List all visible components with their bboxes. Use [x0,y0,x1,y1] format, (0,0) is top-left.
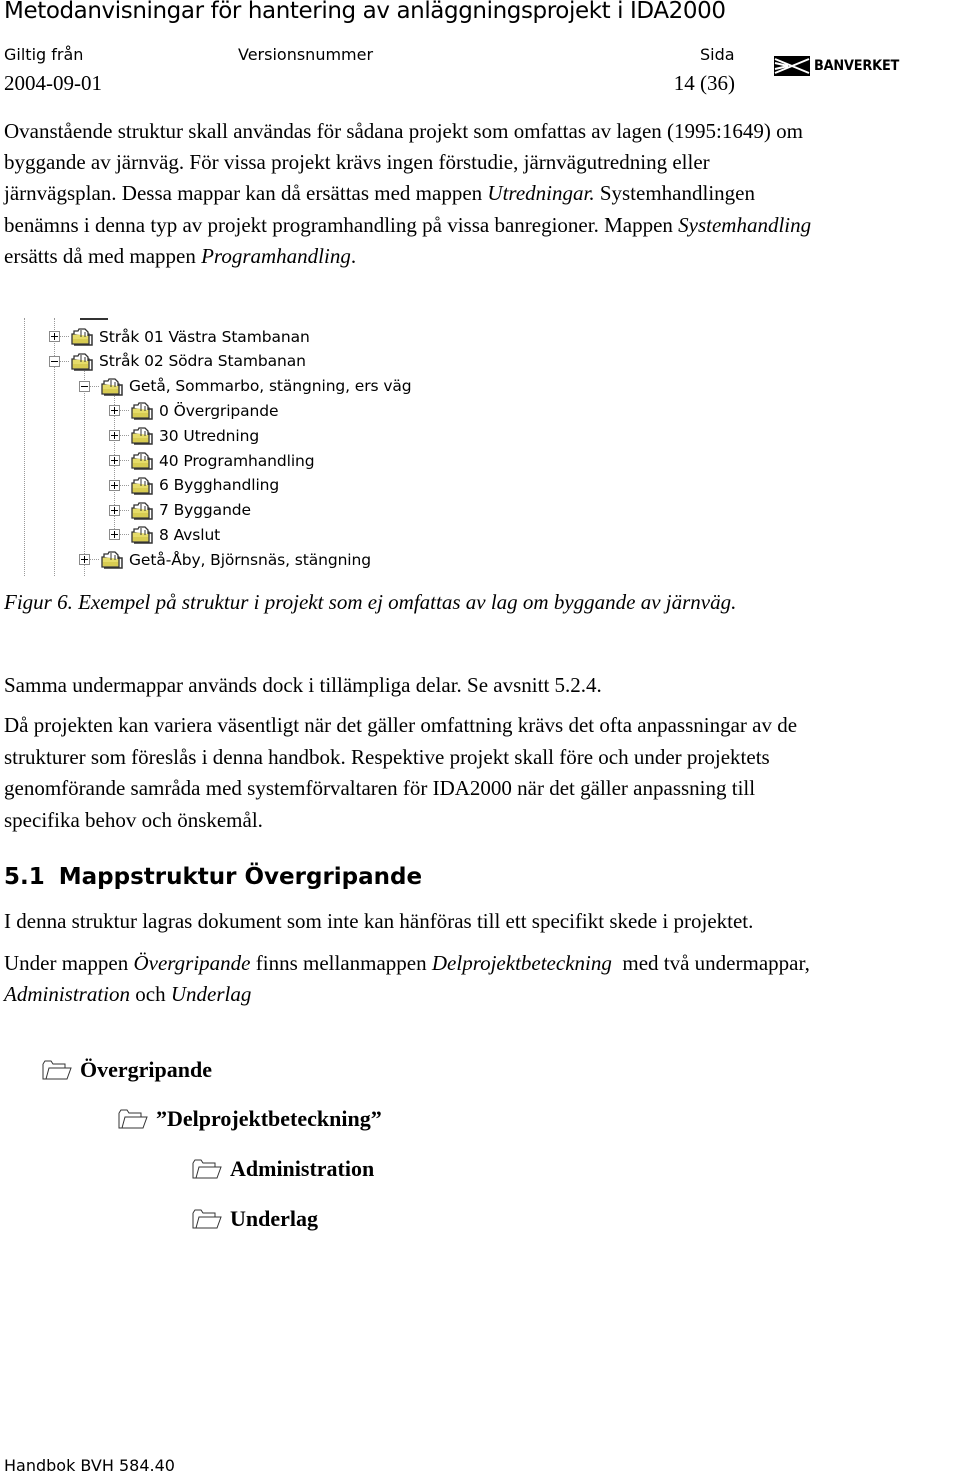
tree-connector [120,509,129,511]
folder-label: Övergripande [80,1057,212,1082]
text-line: specifika behov och önskemål. [4,807,263,832]
folder-outline-icon [42,1060,72,1080]
folder-outline-icon [118,1109,148,1129]
folder-tree-figure: Stråk 01 Västra Stambanan Stråk 02 Södra … [4,318,482,576]
tree-connector [120,534,129,536]
tree-node[interactable]: 6 Bygghandling [109,473,279,498]
valid-from-value: 2004-09-01 [4,71,102,95]
banverket-logo: BANVERKET [774,56,907,76]
folder-label: Administration [230,1156,375,1181]
tree-node[interactable]: Stråk 02 Södra Stambanan [49,349,306,374]
banverket-logo-mark-icon [774,56,810,76]
figure-caption: Figur 6. Exempel på struktur i projekt s… [4,590,737,614]
folder-icon [131,477,153,495]
tree-node-label: Stråk 01 Västra Stambanan [99,327,310,346]
tree-node-label: Stråk 02 Södra Stambanan [99,352,306,371]
paragraph: Då projekten kan variera väsentligt när … [4,710,797,836]
folder-icon [71,353,93,371]
text-line: Då projekten kan variera väsentligt när … [4,713,798,737]
expand-icon[interactable] [109,430,120,442]
text-line: strukturer som föreslås i denna handbok.… [4,744,770,769]
tree-connector [120,435,129,437]
footer-handbook-id: Handbok BVH 584.40 [4,1456,175,1475]
page-label: Sida [700,45,735,64]
folder-item-overgripande: Övergripande [42,1057,212,1083]
expand-icon[interactable] [109,529,120,541]
text-line: Under mappen Övergripande finns mellanma… [4,951,810,975]
tree-connector [120,484,129,486]
text-line: järnvägsplan. Dessa mappar kan då ersätt… [4,181,755,206]
paragraph: Samma undermappar används dock i tillämp… [4,673,602,697]
banverket-logo-text: BANVERKET [814,58,900,74]
tree-node[interactable]: 0 Övergripande [109,398,279,423]
page-number: 14 (36) [673,71,735,95]
tree-edge [80,318,108,320]
tree-connector [120,410,129,412]
tree-node-label: 6 Bygghandling [159,476,280,495]
paragraph: Under mappen Övergripande finns mellanma… [4,948,810,1010]
tree-node-label: 30 Utredning [159,426,260,445]
folder-outline-icon [192,1209,222,1229]
tree-connector [60,360,69,362]
tree-node-label: 7 Byggande [159,501,251,520]
tree-node[interactable]: Stråk 01 Västra Stambanan [49,324,310,349]
tree-node-label: 40 Programhandling [159,451,315,470]
tree-connector [90,385,99,387]
tree-node-label: 8 Avslut [159,525,221,544]
section-title: Mappstruktur Övergripande [58,864,423,890]
section-heading: 5.1 Mappstruktur Övergripande [4,864,422,890]
folder-item-administration: Administration [192,1156,374,1182]
folder-icon [131,402,153,421]
text-line: byggande av järnväg. För vissa projekt k… [4,150,710,175]
collapse-icon[interactable] [49,355,60,367]
document-title: Metodanvisningar för hantering av anlägg… [4,0,726,24]
folder-outline-icon [192,1159,222,1179]
expand-icon[interactable] [109,405,120,417]
folder-icon [131,427,153,445]
expand-icon[interactable] [49,331,60,342]
folder-icon [131,501,153,520]
tree-node[interactable]: 7 Byggande [109,498,251,523]
text-line: Administration och Underlag [4,982,252,1006]
folder-icon [101,551,123,569]
folder-icon [101,377,123,396]
text-line: ersätts då med mappen Programhandling. [4,243,357,268]
folder-label: ”Delprojektbeteckning” [156,1106,382,1131]
folder-item-delprojektbeteckning: ”Delprojektbeteckning” [118,1106,382,1132]
tree-connector [60,336,69,337]
tree-connector [90,559,99,561]
tree-node-label: 0 Övergripande [159,401,279,420]
valid-from-label: Giltig från [4,45,84,64]
intro-paragraph: Ovanstående struktur skall användas för … [4,116,811,272]
folder-item-underlag: Underlag [192,1206,318,1232]
tree-node[interactable]: 8 Avslut [109,522,220,547]
section-number: 5.1 [4,864,45,890]
folder-icon [71,328,93,346]
text-line: genomförande samråda med systemförvaltar… [4,776,756,800]
folder-icon [131,526,153,545]
tree-connector [120,460,129,461]
text-line: benämns i denna typ av projekt programha… [4,212,812,237]
collapse-icon[interactable] [79,380,90,392]
tree-guide-line [84,368,85,576]
tree-node-label: Getå, Sommarbo, stängning, ers väg [129,377,412,396]
version-label: Versionsnummer [238,45,374,64]
folder-icon [131,452,153,470]
expand-icon[interactable] [109,455,120,466]
tree-node[interactable]: 40 Programhandling [109,448,315,473]
tree-node[interactable]: Getå-Åby, Björnsnäs, stängning [79,547,371,572]
text-line: Ovanstående struktur skall användas för … [4,119,803,143]
expand-icon[interactable] [109,479,120,491]
tree-guide-line [24,318,25,576]
expand-icon[interactable] [79,554,90,566]
expand-icon[interactable] [109,504,120,516]
paragraph: I denna struktur lagras dokument som int… [4,909,754,933]
folder-label: Underlag [230,1206,318,1231]
tree-node[interactable]: 30 Utredning [109,423,259,448]
tree-node-label: Getå-Åby, Björnsnäs, stängning [129,550,371,569]
tree-node[interactable]: Getå, Sommarbo, stängning, ers väg [79,374,412,399]
